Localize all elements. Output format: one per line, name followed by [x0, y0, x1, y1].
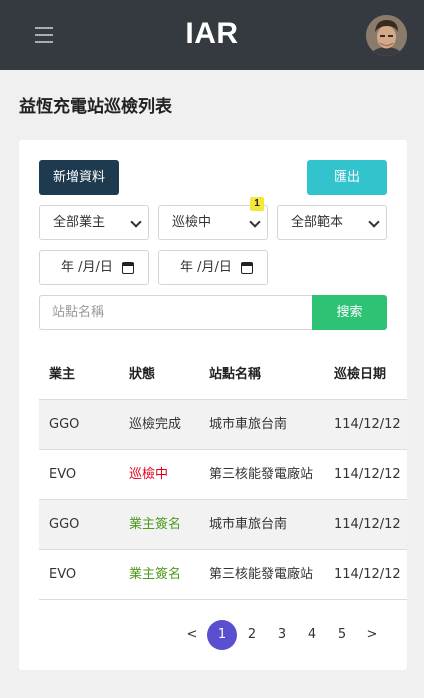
end-date-input[interactable]: 年 /月/日	[158, 250, 268, 285]
pagination-page-3[interactable]: 3	[267, 620, 297, 650]
content-card: 新增資料 匯出 全部業主 巡檢中 1 全部範本 年 /月/日 年 /月/日 站點…	[19, 140, 407, 670]
row-owner: EVO	[49, 467, 77, 482]
start-date-value: 年 /月/日	[61, 260, 113, 275]
row-date: 114/12/12	[334, 467, 401, 482]
brand-logo: IAR	[185, 17, 239, 50]
template-select[interactable]: 全部範本	[277, 205, 387, 240]
row-date: 114/12/12	[334, 567, 401, 582]
add-data-button[interactable]: 新增資料	[39, 160, 119, 195]
column-header-station[interactable]: 站點名稱	[209, 350, 261, 400]
row-station: 第三核能發電廠站	[209, 467, 314, 482]
column-header-status[interactable]: 狀態	[129, 350, 155, 400]
row-station: 城市車旅台南	[209, 517, 288, 532]
row-status: 業主簽名	[129, 517, 182, 532]
pagination-page-1[interactable]: 1	[207, 620, 237, 650]
table-row[interactable]: EVO 業主簽名 第三核能發電廠站 114/12/12	[39, 550, 407, 600]
owner-select[interactable]: 全部業主	[39, 205, 149, 240]
chevron-down-icon	[130, 216, 142, 228]
pagination-next-button[interactable]: >	[357, 620, 387, 650]
pagination-page-4[interactable]: 4	[297, 620, 327, 650]
column-header-owner[interactable]: 業主	[49, 350, 75, 400]
row-status: 巡檢完成	[129, 417, 182, 432]
row-date: 114/12/12	[334, 517, 401, 532]
row-date: 114/12/12	[334, 417, 401, 432]
calendar-icon[interactable]	[241, 262, 253, 274]
row-owner: GGO	[49, 417, 80, 432]
start-date-input[interactable]: 年 /月/日	[39, 250, 149, 285]
end-date-value: 年 /月/日	[180, 260, 232, 275]
top-bar: IAR	[0, 0, 424, 70]
calendar-icon[interactable]	[122, 262, 134, 274]
table-header-row: 業主 狀態 站點名稱 巡檢日期	[39, 350, 407, 400]
row-status: 巡檢中	[129, 467, 169, 482]
search-button[interactable]: 搜索	[312, 295, 387, 330]
row-owner: EVO	[49, 567, 77, 582]
owner-select-value: 全部業主	[53, 215, 106, 230]
table-row[interactable]: GGO 業主簽名 城市車旅台南 114/12/12	[39, 500, 407, 550]
row-station: 第三核能發電廠站	[209, 567, 314, 582]
search-placeholder: 站點名稱	[52, 305, 105, 320]
page-title: 益恆充電站巡檢列表	[19, 97, 172, 117]
template-select-value: 全部範本	[291, 215, 344, 230]
table-row[interactable]: EVO 巡檢中 第三核能發電廠站 114/12/12	[39, 450, 407, 500]
search-input[interactable]: 站點名稱	[39, 295, 313, 330]
avatar[interactable]	[366, 15, 407, 56]
row-station: 城市車旅台南	[209, 417, 288, 432]
table-row[interactable]: GGO 巡檢完成 城市車旅台南 114/12/12	[39, 400, 407, 450]
status-filter-badge: 1	[250, 197, 264, 211]
pagination: < 1 2 3 4 5 >	[19, 620, 407, 650]
row-status: 業主簽名	[129, 567, 182, 582]
pagination-page-5[interactable]: 5	[327, 620, 357, 650]
chevron-down-icon	[368, 216, 380, 228]
pagination-page-2[interactable]: 2	[237, 620, 267, 650]
row-owner: GGO	[49, 517, 80, 532]
chevron-down-icon	[249, 216, 261, 228]
export-button[interactable]: 匯出	[307, 160, 387, 195]
column-header-date[interactable]: 巡檢日期	[334, 350, 386, 400]
pagination-prev-button[interactable]: <	[177, 620, 207, 650]
status-select-value: 巡檢中	[172, 215, 212, 230]
inspection-table: 業主 狀態 站點名稱 巡檢日期 GGO 巡檢完成 城市車旅台南 114/12/1…	[39, 350, 407, 600]
